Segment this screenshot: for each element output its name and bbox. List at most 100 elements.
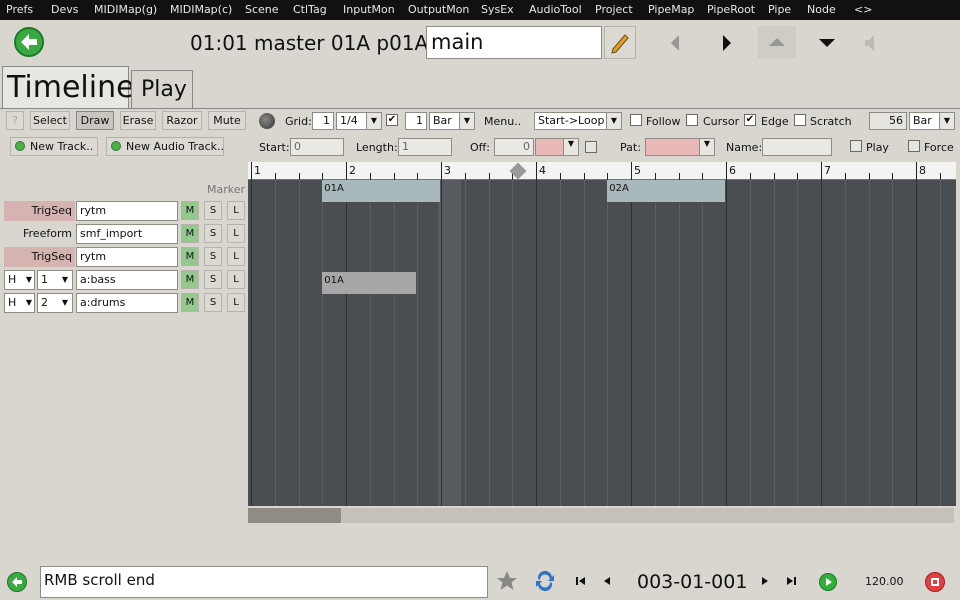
- menu-piperoot[interactable]: PipeRoot: [707, 3, 755, 16]
- speaker-icon[interactable]: [858, 30, 884, 56]
- next-icon[interactable]: [712, 28, 742, 58]
- erase-tool-button[interactable]: Erase: [120, 111, 156, 130]
- grid-num-input[interactable]: 1: [312, 112, 334, 130]
- grid-division-select[interactable]: 1/4 ▼: [336, 112, 382, 130]
- length-num-input[interactable]: 1: [405, 112, 427, 130]
- length-input[interactable]: 1: [398, 138, 452, 156]
- track-solo-button[interactable]: S: [204, 293, 222, 312]
- track-mute-button[interactable]: M: [181, 224, 199, 243]
- menu-project[interactable]: Project: [595, 3, 633, 16]
- ruler-tick: [678, 173, 680, 180]
- track-solo-button[interactable]: S: [204, 270, 222, 289]
- menu-pipemap[interactable]: PipeMap: [648, 3, 694, 16]
- track-mute-button[interactable]: M: [181, 247, 199, 266]
- track-mute-button[interactable]: M: [181, 293, 199, 312]
- mute-tool-button[interactable]: Mute: [208, 111, 246, 130]
- help-button[interactable]: ?: [6, 111, 24, 130]
- cursor-checkbox[interactable]: [686, 114, 698, 126]
- bars-unit-select[interactable]: Bar ▼: [909, 112, 955, 130]
- tab-play[interactable]: Play: [131, 70, 193, 108]
- track-name-input[interactable]: a:drums: [76, 293, 178, 313]
- menu-midimap-c[interactable]: MIDIMap(c): [170, 3, 232, 16]
- grid-checkbox[interactable]: ✔: [386, 114, 398, 126]
- timeline-clip[interactable]: 01A: [322, 272, 417, 294]
- timeline-clip[interactable]: 01A: [322, 180, 440, 202]
- position-label: 01:01 master 01A p01A :: [190, 31, 442, 55]
- track-mute-button[interactable]: M: [181, 201, 199, 220]
- track-lock-button[interactable]: L: [227, 293, 245, 312]
- off-checkbox[interactable]: [585, 141, 597, 153]
- track-lock-button[interactable]: L: [227, 201, 245, 220]
- start-input[interactable]: 0: [290, 138, 344, 156]
- menu-sysex[interactable]: SysEx: [481, 3, 514, 16]
- edit-button[interactable]: [604, 26, 636, 59]
- prev-icon[interactable]: [660, 28, 690, 58]
- loop-icon[interactable]: [533, 569, 557, 593]
- track-solo-button[interactable]: S: [204, 247, 222, 266]
- pattern-select[interactable]: ▼: [645, 138, 715, 156]
- timeline-clip[interactable]: 02A: [607, 180, 725, 202]
- menu-button[interactable]: Menu..: [484, 115, 521, 128]
- beat-line: [274, 180, 276, 506]
- menu-outputmon[interactable]: OutputMon: [408, 3, 469, 16]
- new-audio-track-button[interactable]: New Audio Track..: [106, 137, 224, 156]
- select-tool-button[interactable]: Select: [30, 111, 70, 130]
- track-solo-button[interactable]: S: [204, 201, 222, 220]
- skip-end-icon[interactable]: [784, 574, 798, 588]
- menu-pipe[interactable]: Pipe: [768, 3, 791, 16]
- mode-select[interactable]: Start->Loop ▼: [534, 112, 622, 130]
- track-name-input[interactable]: rytm: [76, 201, 178, 221]
- track-name-input[interactable]: a:bass: [76, 270, 178, 290]
- ruler-tick: [441, 162, 442, 180]
- snap-knob-icon[interactable]: [259, 113, 275, 129]
- plus-icon: [15, 141, 25, 151]
- menu-prefs[interactable]: Prefs: [6, 3, 33, 16]
- name-input[interactable]: main: [426, 26, 602, 59]
- off-select[interactable]: ▼: [535, 138, 579, 156]
- razor-tool-button[interactable]: Razor: [162, 111, 202, 130]
- clip-name-input[interactable]: [762, 138, 832, 156]
- track-lock-button[interactable]: L: [227, 247, 245, 266]
- scrollbar-thumb[interactable]: [248, 508, 341, 523]
- horizontal-scrollbar[interactable]: [248, 508, 954, 523]
- menu-devs[interactable]: Devs: [51, 3, 78, 16]
- play-checkbox[interactable]: [850, 140, 862, 152]
- bars-num-input[interactable]: 56: [869, 112, 907, 130]
- menu-more[interactable]: <>: [854, 3, 872, 16]
- menu-node[interactable]: Node: [807, 3, 836, 16]
- step-back-icon[interactable]: [600, 574, 614, 588]
- scratch-checkbox[interactable]: [794, 114, 806, 126]
- stop-icon[interactable]: [925, 572, 945, 592]
- back-icon[interactable]: [14, 27, 44, 57]
- up-icon[interactable]: [758, 26, 796, 58]
- timeline-ruler[interactable]: 1 2 3 4 5 6 7 8: [248, 162, 956, 180]
- follow-checkbox[interactable]: [630, 114, 642, 126]
- star-icon[interactable]: [495, 569, 519, 593]
- menu-ctltag[interactable]: CtlTag: [293, 3, 327, 16]
- back-small-icon[interactable]: [7, 572, 27, 592]
- tab-timeline[interactable]: Timeline: [2, 66, 135, 108]
- menu-midimap-g[interactable]: MIDIMap(g): [94, 3, 157, 16]
- menu-scene[interactable]: Scene: [245, 3, 279, 16]
- edge-checkbox[interactable]: ✔: [744, 114, 756, 126]
- off-input[interactable]: 0: [494, 138, 534, 156]
- force-checkbox[interactable]: [908, 140, 920, 152]
- down-icon[interactable]: [812, 28, 842, 58]
- ruler-tick: [536, 162, 537, 180]
- chevron-down-icon: ▼: [606, 113, 621, 129]
- new-track-button[interactable]: New Track..: [10, 137, 98, 156]
- track-lock-button[interactable]: L: [227, 270, 245, 289]
- skip-start-icon[interactable]: [574, 574, 588, 588]
- play-icon[interactable]: [819, 573, 837, 591]
- menu-inputmon[interactable]: InputMon: [343, 3, 395, 16]
- timeline-grid[interactable]: 1 2 3 4 5 6 7 8 01A 02A 01A: [248, 162, 956, 506]
- step-forward-icon[interactable]: [758, 574, 772, 588]
- track-solo-button[interactable]: S: [204, 224, 222, 243]
- draw-tool-button[interactable]: Draw: [76, 111, 114, 130]
- track-lock-button[interactable]: L: [227, 224, 245, 243]
- track-name-input[interactable]: rytm: [76, 247, 178, 267]
- menu-audiotool[interactable]: AudioTool: [529, 3, 582, 16]
- track-mute-button[interactable]: M: [181, 270, 199, 289]
- length-unit-select[interactable]: Bar ▼: [429, 112, 475, 130]
- track-name-input[interactable]: smf_import: [76, 224, 178, 244]
